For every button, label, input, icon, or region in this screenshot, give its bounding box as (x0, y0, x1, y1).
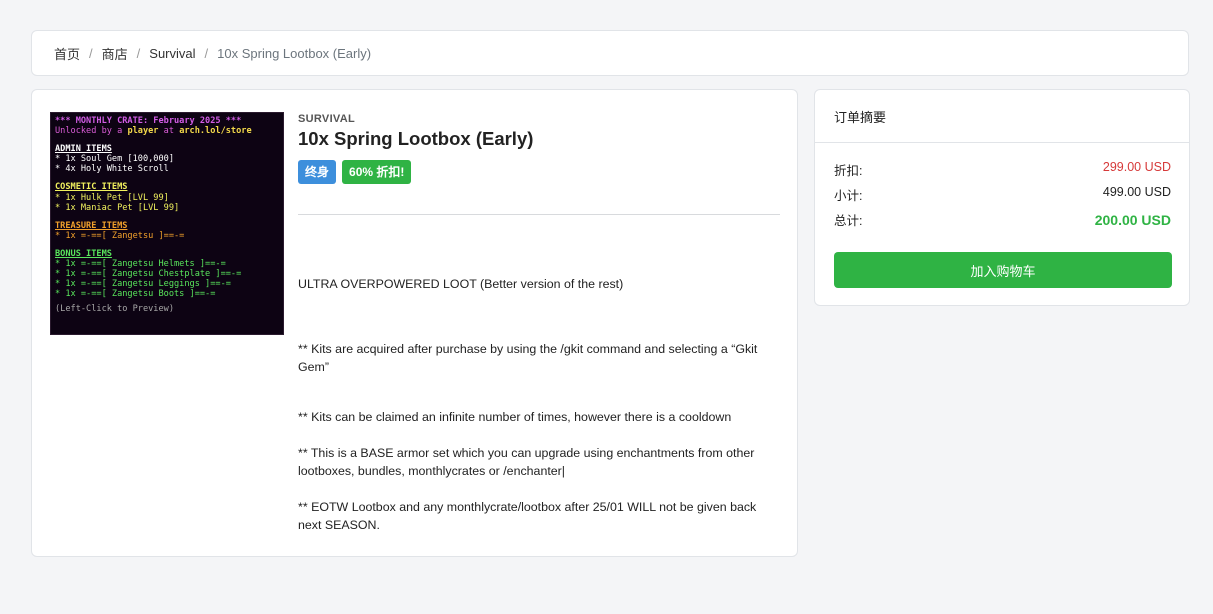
lifetime-badge: 终身 (298, 160, 337, 184)
total-row: 总计: 200.00 USD (834, 210, 1171, 229)
order-summary-title: 订单摘要 (815, 90, 1189, 143)
breadcrumb-home-link[interactable]: 首页 (54, 44, 80, 63)
product-category: SURVIVAL (298, 113, 356, 125)
product-image[interactable]: *** MONTHLY CRATE: February 2025 *** Unl… (50, 112, 284, 335)
discount-badge: 60% 折扣! (342, 160, 412, 184)
admin-item: * 4x Holy White Scroll (55, 164, 169, 175)
total-value: 200.00 USD (1094, 211, 1171, 228)
product-card: *** MONTHLY CRATE: February 2025 *** Unl… (31, 89, 798, 557)
breadcrumb: 首页 / 商店 / Survival / 10x Spring Lootbox … (31, 30, 1189, 76)
bonus-item: * 1x =-==[ Zangetsu Leggings ]==-= (55, 279, 231, 290)
cosmetic-items-title: COSMETIC ITEMS (55, 182, 128, 193)
divider (298, 214, 780, 215)
breadcrumb-separator: / (136, 45, 141, 61)
product-title: 10x Spring Lootbox (Early) (298, 128, 534, 149)
description-paragraph: ** Kits are acquired after purchase by u… (298, 342, 758, 374)
subtotal-row: 小计: 499.00 USD (834, 185, 1171, 204)
treasure-items-title: TREASURE ITEMS (55, 220, 128, 231)
cosmetic-item: * 1x Hulk Pet [LVL 99] (55, 192, 169, 203)
description-paragraph: ULTRA OVERPOWERED LOOT (Better version o… (298, 277, 624, 291)
subtotal-value: 499.00 USD (1102, 185, 1171, 199)
discount-label: 折扣: (834, 164, 863, 178)
breadcrumb-separator: / (204, 45, 209, 61)
add-to-cart-button[interactable]: 加入购物车 (834, 252, 1172, 288)
breadcrumb-current: 10x Spring Lootbox (Early) (217, 45, 372, 61)
image-header: *** MONTHLY CRATE: February 2025 *** (55, 116, 242, 126)
description-paragraph: ** EOTW Lootbox and any monthlycrate/loo… (298, 500, 757, 532)
description-paragraph: ** This is a BASE armor set which you ca… (298, 446, 755, 478)
unlock-mid: at (158, 126, 180, 137)
bonus-items-title: BONUS ITEMS (55, 248, 112, 259)
unlock-player: player (127, 126, 159, 137)
total-label: 总计: (834, 214, 863, 228)
discount-row: 折扣: 299.00 USD (834, 160, 1171, 179)
bonus-item: * 1x =-==[ Zangetsu Chestplate ]==-= (55, 269, 242, 280)
description-paragraph: ** Kits can be claimed an infinite numbe… (298, 410, 732, 424)
treasure-item: * 1x =-==[ Zangetsu ]==-= (55, 230, 185, 241)
product-badges: 终身 60% 折扣! (298, 160, 412, 184)
admin-item: * 1x Soul Gem [100,000] (55, 154, 174, 165)
breadcrumb-category-link[interactable]: Survival (149, 46, 195, 61)
image-unlock-line: Unlocked by a player at arch.lol/store (55, 126, 279, 136)
order-summary-card: 订单摘要 折扣: 299.00 USD 小计: 499.00 USD 总计: 2… (814, 89, 1190, 306)
bonus-item: * 1x =-==[ Zangetsu Helmets ]==-= (55, 259, 226, 270)
bonus-item: * 1x =-==[ Zangetsu Boots ]==-= (55, 289, 216, 300)
discount-value: 299.00 USD (1102, 160, 1171, 174)
unlock-site: arch.lol/store (179, 126, 252, 137)
cosmetic-item: * 1x Maniac Pet [LVL 99] (55, 202, 180, 213)
image-footer: (Left-Click to Preview) (55, 304, 174, 315)
breadcrumb-store-link[interactable]: 商店 (102, 44, 128, 63)
breadcrumb-separator: / (89, 45, 93, 61)
admin-items-title: ADMIN ITEMS (55, 144, 112, 155)
subtotal-label: 小计: (834, 189, 863, 203)
unlock-prefix: Unlocked by a (55, 126, 128, 137)
